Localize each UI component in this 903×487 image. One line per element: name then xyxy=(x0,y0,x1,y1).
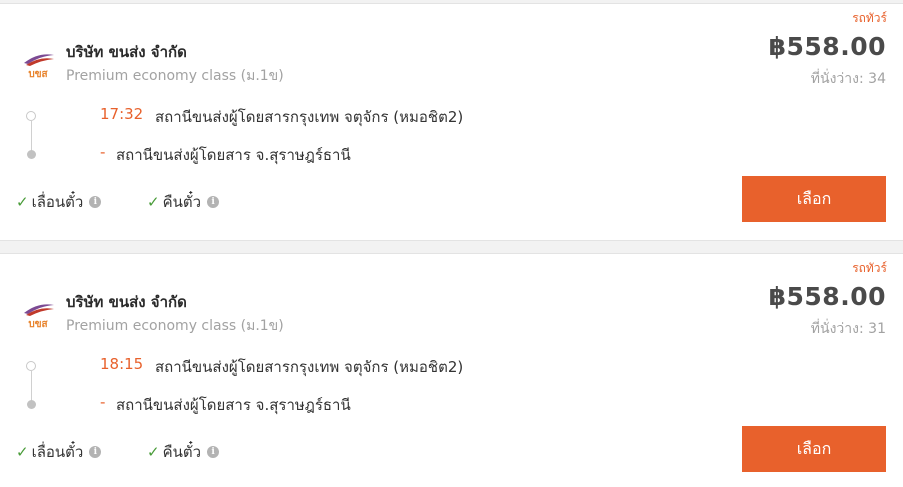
departure-time: 17:32 xyxy=(100,105,144,123)
amenity-label: คืนตั๋ว xyxy=(162,443,202,461)
logo-text: บขส xyxy=(28,69,48,80)
departure-station: สถานีขนส่งผู้โดยสารกรุงเทพ จตุจักร (หมอช… xyxy=(155,108,464,126)
seats-available: ที่นั่งว่าง: 31 xyxy=(811,318,886,340)
check-icon: ✓ xyxy=(16,443,29,461)
arrival-station: สถานีขนส่งผู้โดยสาร จ.สุราษฎร์ธานี xyxy=(116,146,351,164)
ticket-price: ฿558.00 xyxy=(768,32,886,61)
trip-card: รถทัวร์ บขส บริษัท ขนส่ง จำกัด Premium e… xyxy=(0,253,903,487)
select-button[interactable]: เลือก xyxy=(742,176,886,222)
amenity-refund: ✓ คืนตั๋ว i xyxy=(147,190,220,214)
arrival-dot-icon xyxy=(27,400,36,409)
arrival-time: - xyxy=(100,393,106,411)
info-icon[interactable]: i xyxy=(207,196,220,208)
bks-logo-icon: บขส xyxy=(24,54,54,80)
company-name: บริษัท ขนส่ง จำกัด xyxy=(66,293,187,311)
arrival-time: - xyxy=(100,143,106,161)
check-icon: ✓ xyxy=(147,443,160,461)
company-name: บริษัท ขนส่ง จำกัด xyxy=(66,43,187,61)
seats-available: ที่นั่งว่าง: 34 xyxy=(811,68,886,90)
bks-logo-icon: บขส xyxy=(24,304,54,330)
seats-count: 31 xyxy=(868,321,886,337)
timeline-line xyxy=(31,120,32,151)
check-icon: ✓ xyxy=(147,193,160,211)
info-icon[interactable]: i xyxy=(207,446,220,458)
seat-class: Premium economy class (ม.1ข) xyxy=(66,68,284,84)
timeline-line xyxy=(31,370,32,401)
seat-class: Premium economy class (ม.1ข) xyxy=(66,318,284,334)
info-icon[interactable]: i xyxy=(89,446,102,458)
departure-time: 18:15 xyxy=(100,355,144,373)
arrival-dot-icon xyxy=(27,150,36,159)
seats-label: ที่นั่งว่าง: xyxy=(810,321,864,337)
check-icon: ✓ xyxy=(16,193,29,211)
bus-type-label: รถทัวร์ xyxy=(852,261,887,275)
ticket-price: ฿558.00 xyxy=(768,282,886,311)
amenity-reschedule: ✓ เลื่อนตั๋ว i xyxy=(16,440,102,464)
bus-type-label: รถทัวร์ xyxy=(852,11,887,25)
select-button[interactable]: เลือก xyxy=(742,426,886,472)
seats-count: 34 xyxy=(868,71,886,87)
amenity-label: คืนตั๋ว xyxy=(162,193,202,211)
info-icon[interactable]: i xyxy=(89,196,102,208)
seats-label: ที่นั่งว่าง: xyxy=(810,71,864,87)
amenity-label: เลื่อนตั๋ว xyxy=(31,193,84,211)
trip-card: รถทัวร์ บขส บริษัท ขนส่ง จำกัด Premium e… xyxy=(0,3,903,241)
amenity-refund: ✓ คืนตั๋ว i xyxy=(147,440,220,464)
logo-text: บขส xyxy=(28,319,48,330)
amenity-label: เลื่อนตั๋ว xyxy=(31,443,84,461)
arrival-station: สถานีขนส่งผู้โดยสาร จ.สุราษฎร์ธานี xyxy=(116,396,351,414)
departure-station: สถานีขนส่งผู้โดยสารกรุงเทพ จตุจักร (หมอช… xyxy=(155,358,464,376)
amenity-reschedule: ✓ เลื่อนตั๋ว i xyxy=(16,190,102,214)
